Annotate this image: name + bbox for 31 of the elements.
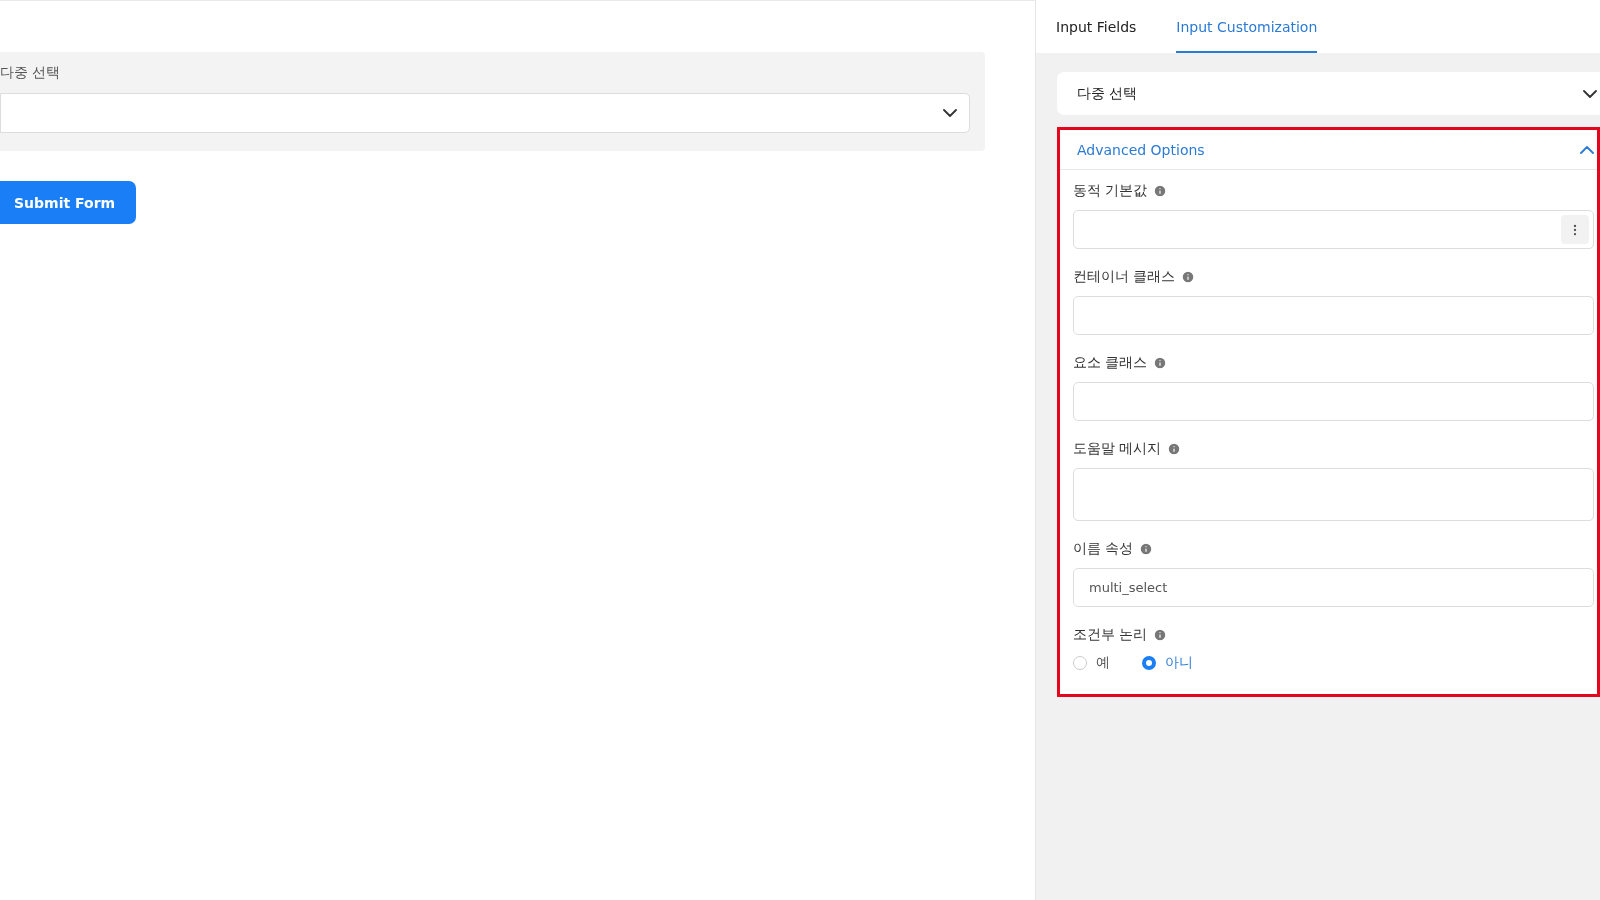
info-icon <box>1153 184 1168 198</box>
field-label: 컨테이너 클래스 <box>1073 268 1176 286</box>
input-field[interactable] <box>1073 296 1594 335</box>
info-icon <box>1167 442 1182 456</box>
tab[interactable]: Input Customization <box>1176 0 1318 53</box>
panel-title[interactable]: Advanced Options <box>1077 141 1205 158</box>
more-button[interactable] <box>1561 215 1589 244</box>
info-icon <box>1153 356 1168 370</box>
input-field[interactable]: multi_select <box>1073 568 1594 607</box>
radio-label[interactable]: 예 <box>1096 654 1110 672</box>
radio-label[interactable]: 아니 <box>1165 654 1193 672</box>
tab[interactable]: Input Fields <box>1056 0 1137 53</box>
chevron-up-icon[interactable] <box>1580 145 1594 154</box>
field-label: 다중 선택 <box>0 64 62 82</box>
field-label: 동적 기본값 <box>1073 182 1148 200</box>
radio-button[interactable] <box>1142 656 1156 670</box>
field-label: 도움말 메시지 <box>1073 440 1162 458</box>
submit-button[interactable]: Submit Form <box>0 181 137 224</box>
field-label: 요소 클래스 <box>1073 354 1148 372</box>
info-icon <box>1139 542 1154 556</box>
field-card[interactable]: 다중 선택 <box>1057 72 1600 115</box>
chevron-down-icon <box>943 109 957 117</box>
info-icon <box>1153 628 1168 642</box>
field-label: 이름 속성 <box>1073 540 1134 558</box>
info-icon <box>1181 270 1196 284</box>
input-field[interactable] <box>1073 210 1594 249</box>
text-area[interactable] <box>1073 468 1594 521</box>
card-title: 다중 선택 <box>1077 84 1138 103</box>
input-field[interactable] <box>1073 382 1594 421</box>
field-label: 조건부 논리 <box>1073 626 1148 644</box>
select-field[interactable] <box>0 93 970 133</box>
